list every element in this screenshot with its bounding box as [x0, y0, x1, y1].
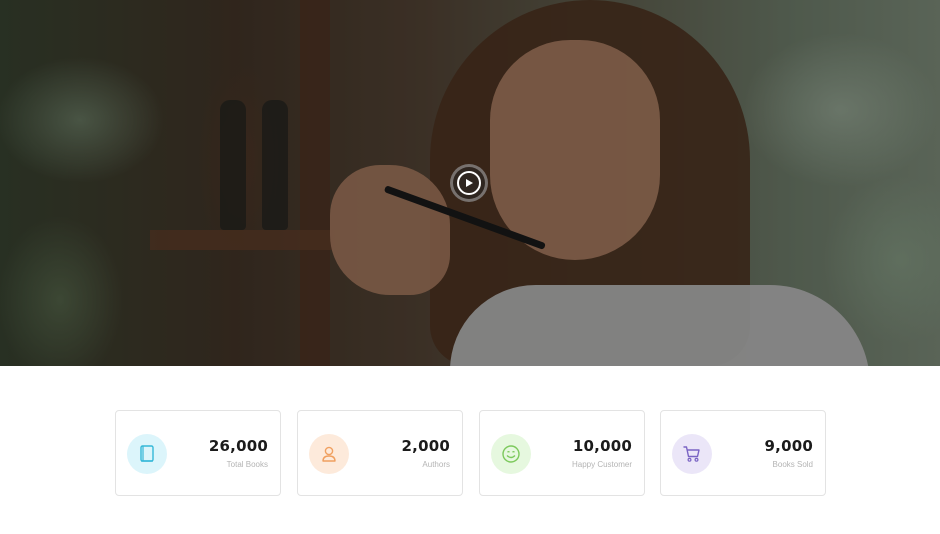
stat-label: Total Books	[226, 460, 268, 469]
stat-value: 9,000	[764, 437, 813, 455]
play-icon	[457, 171, 481, 195]
cart-icon	[672, 434, 712, 474]
stat-card-total-books: 26,000 Total Books	[115, 410, 281, 496]
stat-card-books-sold: 9,000 Books Sold	[660, 410, 826, 496]
stat-label: Happy Customer	[571, 460, 632, 469]
stat-value: 10,000	[572, 437, 632, 455]
video-hero	[0, 0, 940, 366]
smile-icon	[491, 434, 531, 474]
stat-value: 2,000	[401, 437, 450, 455]
stat-card-authors: 2,000 Authors	[297, 410, 463, 496]
stat-card-happy-customer: 10,000 Happy Customer	[479, 410, 645, 496]
stat-label: Authors	[422, 460, 450, 469]
stat-value: 26,000	[208, 437, 268, 455]
play-button[interactable]	[450, 164, 488, 202]
stat-label: Books Sold	[772, 460, 813, 469]
user-icon	[309, 434, 349, 474]
book-icon	[127, 434, 167, 474]
